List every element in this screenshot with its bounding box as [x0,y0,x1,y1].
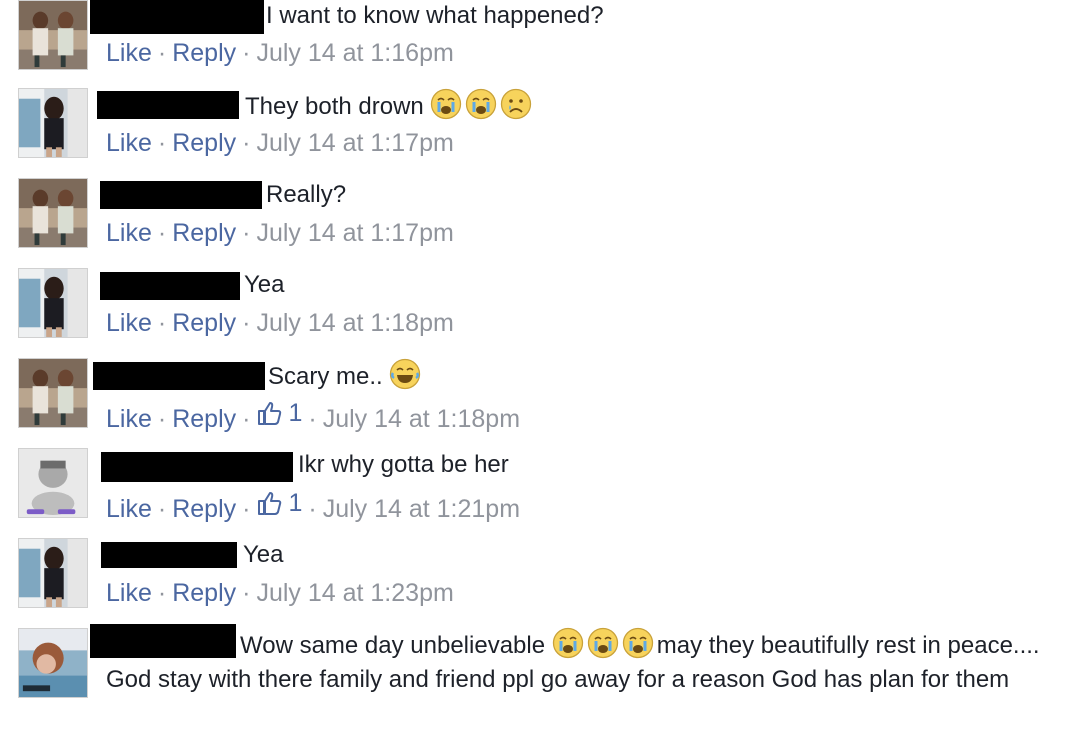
crying-face-icon [552,627,584,659]
commenter-avatar[interactable] [18,0,88,70]
laughing-face-icon [389,358,421,390]
comment-text: Scary me.. [268,358,424,394]
like-link[interactable]: Like [106,495,152,523]
comment-text: Ikr why gotta be her [298,448,509,482]
separator-dot: · [157,579,167,607]
crying-face-icon [587,627,619,659]
comment-text-body: I want to know what happened? [266,2,604,29]
separator-dot: · [242,405,251,433]
like-thumb-icon [258,402,282,425]
like-thumb-icon [258,492,282,515]
reply-link[interactable]: Reply [172,39,236,67]
girls-photo-avatar-icon [19,179,87,247]
grayscale-photo-avatar-icon [19,449,87,517]
like-link[interactable]: Like [106,219,152,247]
girls-photo-avatar-icon [19,1,87,69]
comment-text-body: Yea [244,271,285,298]
like-link[interactable]: Like [106,405,152,433]
girl-photo-avatar-icon [19,89,87,157]
like-count: 1 [288,399,303,427]
separator-dot: · [157,309,167,337]
commenter-avatar[interactable] [18,268,88,338]
comment-actions-row: Like · Reply · July 14 at 1:16pm [106,37,454,69]
separator-dot: · [157,39,167,67]
like-count-button[interactable]: 1 [256,397,302,429]
commenter-avatar[interactable] [18,628,88,698]
comment-text-body: They both drown [245,93,424,120]
redacted-commenter-name [90,0,264,34]
girls-photo-avatar-icon [19,359,87,427]
crying-face-icon [622,627,654,659]
comment-actions-row: Like · Reply · 1 · July 14 at 1:21pm [106,487,520,525]
comment-text-part: Wow same day unbelievable [240,632,546,659]
comment-text: They both drown [245,88,535,124]
selfie-photo-avatar-icon [19,629,87,697]
reply-link[interactable]: Reply [172,309,236,337]
girl-photo-avatar-icon [19,269,87,337]
comment-timestamp[interactable]: July 14 at 1:23pm [256,579,453,607]
comment-text-body: Ikr why gotta be her [298,451,509,478]
redacted-commenter-name [97,91,239,119]
comment-timestamp[interactable]: July 14 at 1:18pm [323,405,520,433]
comment-actions-row: Like · Reply · July 14 at 1:17pm [106,217,454,249]
comment-text-body: Really? [266,181,347,208]
comment-text: Really? [266,178,346,212]
like-link[interactable]: Like [106,129,152,157]
comment-thread: I want to know what happened? Like · Reply ·… [0,0,1072,734]
redacted-commenter-name [101,452,293,482]
separator-dot: · [157,405,167,433]
comment-text-body: Scary me.. [268,363,383,390]
commenter-avatar[interactable] [18,358,88,428]
comment-actions-row: Like · Reply · July 14 at 1:17pm [106,127,454,159]
reply-link[interactable]: Reply [172,495,236,523]
commenter-avatar[interactable] [18,538,88,608]
redacted-commenter-name [100,181,262,209]
commenter-avatar[interactable] [18,88,88,158]
separator-dot: · [242,219,251,247]
girl-photo-avatar-icon [19,539,87,607]
redacted-commenter-name [93,362,265,390]
comment-timestamp[interactable]: July 14 at 1:17pm [256,219,453,247]
sad-face-icon [500,88,532,120]
separator-dot: · [242,579,251,607]
like-count: 1 [288,489,303,517]
separator-dot: · [157,219,167,247]
comment-actions-row: Like · Reply · 1 · July 14 at 1:18pm [106,397,520,435]
reply-link[interactable]: Reply [172,129,236,157]
separator-dot: · [308,405,317,433]
crying-face-icon [465,88,497,120]
separator-dot: · [242,39,251,67]
comment-text: Wow same day unbelievable may they beaut… [106,627,1056,697]
separator-dot: · [242,309,251,337]
like-link[interactable]: Like [106,309,152,337]
like-link[interactable]: Like [106,579,152,607]
comment-text: Yea [244,268,285,302]
comment-timestamp[interactable]: July 14 at 1:18pm [256,309,453,337]
reply-link[interactable]: Reply [172,579,236,607]
like-count-button[interactable]: 1 [256,487,302,519]
commenter-avatar[interactable] [18,448,88,518]
separator-dot: · [157,495,167,523]
separator-dot: · [157,129,167,157]
separator-dot: · [308,495,317,523]
comment-actions-row: Like · Reply · July 14 at 1:18pm [106,307,454,339]
comment-timestamp[interactable]: July 14 at 1:16pm [256,39,453,67]
redacted-commenter-name [100,272,240,300]
comment-timestamp[interactable]: July 14 at 1:21pm [323,495,520,523]
comment-actions-row: Like · Reply · July 14 at 1:23pm [106,577,454,609]
like-link[interactable]: Like [106,39,152,67]
comment-text: Yea [243,538,284,572]
reply-link[interactable]: Reply [172,405,236,433]
crying-face-icon [430,88,462,120]
comment-text: I want to know what happened? [266,0,604,33]
reply-link[interactable]: Reply [172,219,236,247]
comment-timestamp[interactable]: July 14 at 1:17pm [256,129,453,157]
redacted-commenter-name [101,542,237,568]
separator-dot: · [242,129,251,157]
comment-text-body: Yea [243,541,284,568]
commenter-avatar[interactable] [18,178,88,248]
separator-dot: · [242,495,251,523]
